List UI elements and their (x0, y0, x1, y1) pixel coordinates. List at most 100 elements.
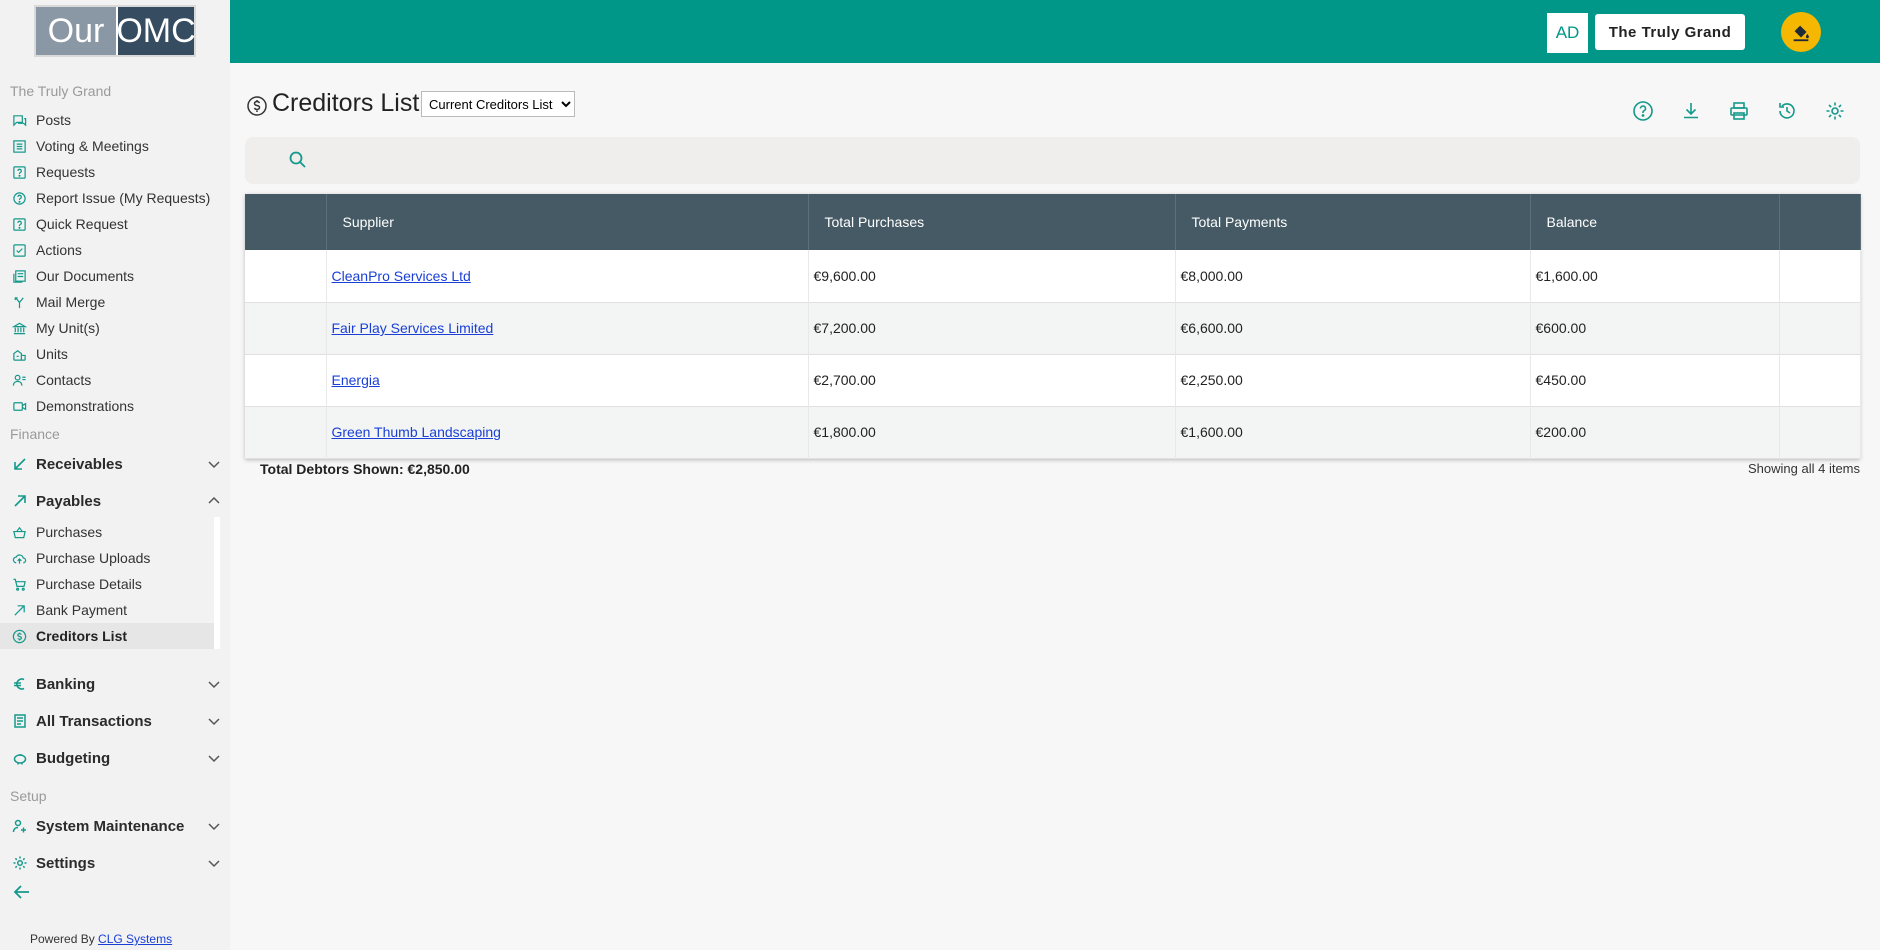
column-header-supplier[interactable]: Supplier (326, 194, 809, 250)
theme-button[interactable] (1781, 12, 1821, 52)
history-button[interactable] (1776, 100, 1800, 124)
cloud-upload-icon (11, 550, 27, 566)
cell-total-payments: €1,600.00 (1175, 406, 1531, 458)
showing-items-count: Showing all 4 items (1748, 461, 1860, 476)
posts-icon (11, 112, 27, 128)
sidebar-item-report-issue-my-requests[interactable]: Report Issue (My Requests) (0, 185, 215, 211)
section-label-setup: Setup (10, 788, 47, 804)
table-header-row: Supplier Total Purchases Total Payments … (245, 194, 1861, 250)
nav-group-label: Settings (36, 854, 96, 872)
sidebar-item-posts[interactable]: Posts (0, 107, 215, 133)
nav-group-all-transactions[interactable]: All Transactions (0, 706, 230, 736)
cell-total-payments: €8,000.00 (1175, 250, 1531, 302)
cell-blank-end (1779, 250, 1861, 302)
cell-supplier: Green Thumb Landscaping (326, 406, 809, 458)
ourompc-logo[interactable]: Our OMC (34, 5, 196, 57)
column-header-total-payments[interactable]: Total Payments (1175, 194, 1531, 250)
nav-group-settings[interactable]: Settings (0, 848, 230, 878)
cell-total-purchases: €7,200.00 (808, 302, 1176, 354)
logo-our: Our (36, 7, 116, 55)
sidebar-item-contacts[interactable]: Contacts (0, 367, 215, 393)
sidebar-item-label: Mail Merge (36, 294, 106, 310)
sidebar-item-mail-merge[interactable]: Mail Merge (0, 289, 215, 315)
checkbox-icon (11, 242, 27, 258)
gear-icon (1826, 102, 1844, 120)
sidebar-item-label: Quick Request (36, 216, 128, 232)
print-button[interactable] (1728, 100, 1752, 124)
column-header-blank (245, 194, 327, 250)
nav-group-label: Payables (36, 492, 102, 510)
question-square-icon (11, 164, 27, 180)
user-avatar[interactable]: AD (1547, 13, 1588, 53)
nav-group-payables[interactable]: Payables (0, 486, 230, 516)
sidebar-item-units[interactable]: Units (0, 341, 215, 367)
sidebar-item-demonstrations[interactable]: Demonstrations (0, 393, 215, 419)
chevron-up-icon (208, 496, 220, 504)
sidebar-item-label: Report Issue (My Requests) (36, 190, 211, 206)
cart-icon (11, 576, 27, 592)
creditors-list-select[interactable]: Current Creditors List (421, 91, 575, 117)
logo-omc: OMC (116, 7, 196, 55)
sidebar-item-label: Requests (36, 164, 96, 180)
nav-group-system-maintenance[interactable]: System Maintenance (0, 811, 230, 841)
nav-group-label: Banking (36, 675, 96, 693)
cell-blank-end (1779, 354, 1861, 406)
sidebar-item-purchase-details[interactable]: Purchase Details (0, 571, 215, 597)
sidebar-item-purchases[interactable]: Purchases (0, 519, 215, 545)
supplier-link[interactable]: Fair Play Services Limited (332, 320, 494, 336)
nav-group-label: Receivables (36, 455, 123, 473)
supplier-link[interactable]: Energia (332, 372, 380, 388)
sidebar-item-label: Our Documents (36, 268, 135, 284)
help-button[interactable] (1632, 100, 1656, 124)
sidebar-item-label: My Unit(s) (36, 320, 100, 336)
sidebar-item-creditors-list[interactable]: Creditors List (0, 623, 215, 649)
page-title: Creditors List (272, 89, 420, 117)
nav-group-banking[interactable]: Banking (0, 669, 230, 699)
video-icon (11, 398, 27, 414)
sidebar-item-label: Bank Payment (36, 602, 128, 618)
sidebar-item-requests[interactable]: Requests (0, 159, 215, 185)
nav-group-budgeting[interactable]: Budgeting (0, 743, 230, 773)
org-switch-button[interactable]: The Truly Grand (1595, 14, 1745, 50)
sidebar-scrollbar[interactable] (214, 517, 220, 649)
column-header-total-purchases[interactable]: Total Purchases (808, 194, 1176, 250)
sidebar-item-purchase-uploads[interactable]: Purchase Uploads (0, 545, 215, 571)
sidebar: Our OMC The Truly Grand Posts Voting & Me… (0, 0, 230, 950)
cell-supplier: CleanPro Services Ltd (326, 250, 809, 302)
search-bar (245, 137, 1860, 184)
settings-button[interactable] (1824, 100, 1848, 124)
chevron-down-icon (208, 718, 220, 726)
clg-systems-link[interactable]: CLG Systems (98, 932, 172, 946)
gear-icon (11, 855, 28, 872)
sidebar-item-actions[interactable]: Actions (0, 237, 215, 263)
list-icon (11, 138, 27, 154)
column-header-blank-end (1779, 194, 1861, 250)
ledger-icon (11, 713, 28, 730)
sidebar-item-voting-meetings[interactable]: Voting & Meetings (0, 133, 215, 159)
sidebar-item-quick-request[interactable]: Quick Request (0, 211, 215, 237)
sidebar-item-our-documents[interactable]: Our Documents (0, 263, 215, 289)
sidebar-item-label: Creditors List (36, 628, 128, 644)
sidebar-item-label: Units (36, 346, 68, 362)
table-row: Green Thumb Landscaping €1,800.00 €1,600.0… (245, 406, 1861, 458)
column-header-balance[interactable]: Balance (1530, 194, 1780, 250)
nav-group-receivables[interactable]: Receivables (0, 449, 230, 479)
supplier-link[interactable]: Green Thumb Landscaping (332, 424, 501, 440)
download-button[interactable] (1680, 100, 1704, 124)
powered-by: Powered By CLG Systems (30, 932, 172, 946)
cell-blank (245, 302, 327, 354)
sidebar-item-my-unit-s[interactable]: My Unit(s) (0, 315, 215, 341)
cell-total-payments: €2,250.00 (1175, 354, 1531, 406)
documents-icon (11, 268, 27, 284)
sidebar-item-bank-payment[interactable]: Bank Payment (0, 597, 215, 623)
table-row: Energia €2,700.00 €2,250.00 €450.00 (245, 354, 1861, 406)
collapse-arrow-left-icon[interactable] (12, 882, 32, 902)
chevron-down-icon (208, 823, 220, 831)
search-input[interactable] (320, 145, 1840, 176)
dollar-circle-icon (247, 96, 267, 116)
nav-group-label: All Transactions (36, 712, 152, 730)
chevron-down-icon (208, 860, 220, 868)
sidebar-item-label: Voting & Meetings (36, 138, 149, 154)
supplier-link[interactable]: CleanPro Services Ltd (332, 268, 471, 284)
user-gear-icon (11, 818, 28, 835)
